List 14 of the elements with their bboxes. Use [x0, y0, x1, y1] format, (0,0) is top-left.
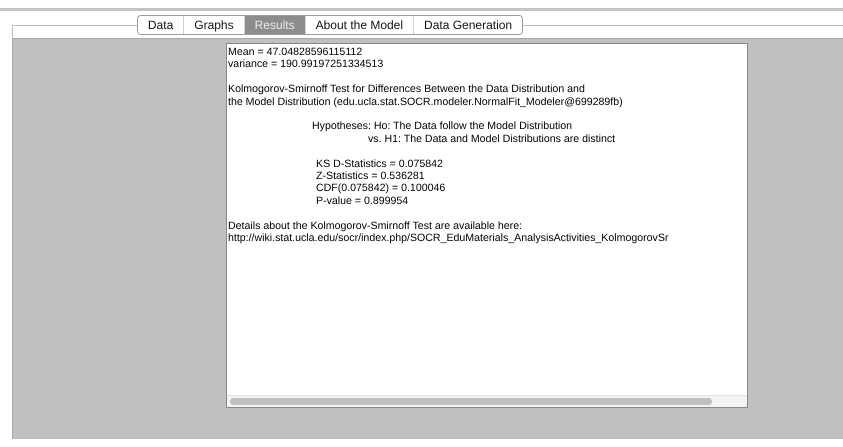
- result-line: P-value = 0.899954: [316, 194, 408, 208]
- result-line: Kolmogorov-Smirnoff Test for Differences Between the Data Distribution and: [228, 83, 585, 96]
- result-line: the Model Distribution (edu.ucla.stat.SOCR.modeler.NormalFit_Modeler@699289fb): [228, 96, 623, 108]
- horizontal-scrollbar[interactable]: [227, 395, 747, 407]
- result-line: Mean = 47.04828596115112: [228, 46, 362, 58]
- result-line: variance = 190.99197251334513: [228, 58, 384, 71]
- result-line: vs. H1: The Data and Model Distributions are distinct: [368, 132, 616, 146]
- result-line: Z-Statistics = 0.536281: [316, 170, 425, 182]
- result-line: KS D-Statistics = 0.075842: [316, 158, 443, 170]
- tab[interactable]: Data Generation: [413, 16, 522, 34]
- result-line: Hypotheses: Ho: The Data follow the Model Distribution: [312, 120, 572, 133]
- result-line: CDF(0.075842) = 0.100046: [316, 182, 446, 195]
- result-line: Details about the Kolmogorov-Smirnoff Test are available here:: [228, 220, 522, 232]
- result-line: http://wiki.stat.ucla.edu/socr/index.php/SOCR_EduMaterials_AnalysisActivities_KolmogorovSr: [228, 232, 668, 244]
